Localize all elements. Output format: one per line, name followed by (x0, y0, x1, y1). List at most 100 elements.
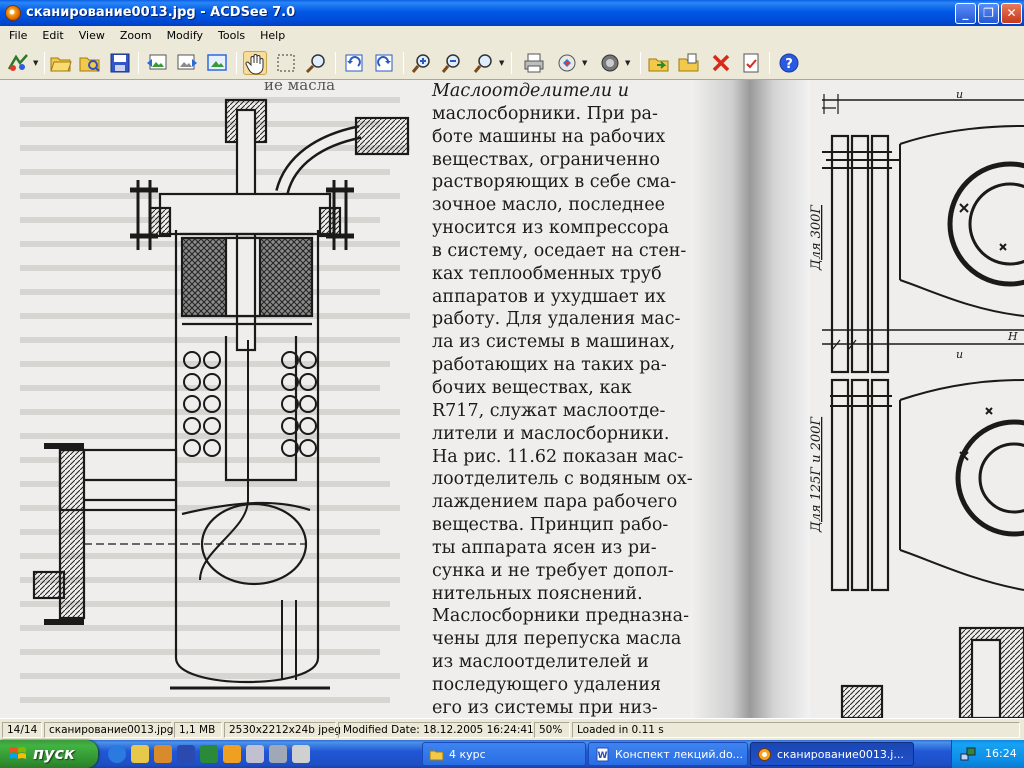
status-zoom[interactable]: 50% (534, 722, 570, 738)
acdsee-icon[interactable] (223, 745, 241, 763)
folder-icon (429, 750, 444, 761)
word-doc-icon: W (596, 747, 609, 762)
task-acdsee[interactable]: сканирование0013.j... (750, 742, 914, 766)
menu-file[interactable]: File (0, 26, 33, 42)
menu-modify[interactable]: Modify (158, 26, 209, 42)
close-button[interactable]: ✕ (1001, 3, 1022, 24)
color-icon[interactable] (598, 51, 622, 75)
menu-view[interactable]: View (70, 26, 111, 42)
move-to-icon[interactable] (647, 51, 671, 75)
text-line: лители и маслосборники. (432, 423, 670, 444)
select-tool-icon[interactable] (274, 51, 298, 75)
clock[interactable]: 16:24 (985, 747, 1017, 760)
image-viewer[interactable]: Для 300Г Для 125Г и 200Г u u H ие масла … (0, 80, 1024, 718)
rotate-left-icon[interactable] (342, 51, 366, 75)
text-line: ты аппарата ясен из ри- (432, 537, 657, 558)
text-line: в систему, оседает на стен- (432, 240, 687, 261)
acdsee-window: сканирование0013.jpg - ACDSee 7.0 _ ❐ ✕ … (0, 0, 1024, 740)
heading-fragment: ие масла (264, 80, 335, 94)
open-file-icon[interactable] (78, 51, 102, 75)
acquire-icon[interactable] (6, 51, 30, 75)
scanned-text-column: Маслоотделители и маслосборники. При ра-б… (432, 80, 693, 718)
zoom-out-icon[interactable] (440, 51, 464, 75)
media-icon[interactable] (154, 745, 172, 763)
text-line: боте машины на рабочих (432, 126, 666, 147)
status-bar: 14/14 сканирование0013.jpg 1,1 MB 2530x2… (0, 718, 1024, 740)
text-line: веществах, ограниченно (432, 149, 661, 170)
acdsee-app-icon[interactable] (5, 5, 21, 21)
text-line: его из системы при низ- (432, 697, 658, 718)
text-line: бочих веществах, как (432, 377, 632, 398)
properties-icon[interactable] (739, 51, 763, 75)
zoom-menu-icon[interactable] (472, 51, 496, 75)
text-line: работающих на таких ра- (432, 355, 667, 376)
text-line: аппаратов и ухудшает их (432, 286, 666, 307)
menu-help[interactable]: Help (251, 26, 291, 42)
status-loaded: Loaded in 0.11 s (572, 722, 1020, 738)
text-line: из маслоотделителей и (432, 652, 649, 673)
status-index: 14/14 (2, 722, 42, 738)
app-icon[interactable] (246, 745, 264, 763)
text-line: уносится из компрессора (432, 218, 669, 239)
minimize-button[interactable]: _ (955, 3, 976, 24)
zoom-tool-icon[interactable] (304, 51, 328, 75)
excel-icon[interactable] (200, 745, 218, 763)
ie-icon[interactable] (108, 745, 126, 763)
svg-text:W: W (598, 751, 608, 761)
task-word-document[interactable]: W Конспект лекций.do... (588, 742, 748, 766)
start-button[interactable]: пуск (0, 740, 98, 768)
network-tray-icon[interactable] (960, 746, 976, 762)
text-line: работу. Для удаления мас- (432, 309, 681, 330)
printer-icon[interactable] (292, 745, 310, 763)
text-line: Маслоотделители и (432, 81, 630, 101)
browse-folder-icon[interactable] (49, 51, 73, 75)
copy-to-icon[interactable] (677, 51, 701, 75)
window-title: сканирование0013.jpg - ACDSee 7.0 (26, 5, 296, 20)
system-tray: 16:24 (951, 740, 1024, 768)
menu-tools[interactable]: Tools (209, 26, 251, 42)
menu-bar: File Edit View Zoom Modify Tools Help (0, 26, 1024, 46)
delete-icon[interactable] (709, 51, 733, 75)
save-icon[interactable] (108, 51, 132, 75)
text-line: маслосборники. При ра- (432, 103, 658, 124)
dim-u-top: u (956, 88, 963, 101)
text-line: последующего удаления (432, 674, 662, 695)
print-icon[interactable] (522, 51, 546, 75)
dim-u-bottom: u (956, 348, 963, 361)
text-line: ках теплообменных труб (432, 263, 662, 284)
explorer-icon[interactable] (131, 745, 149, 763)
label-300g: Для 300Г (809, 205, 824, 271)
text-line: сунка и не требует допол- (432, 560, 674, 581)
text-line: нительных пояснений. (432, 583, 643, 604)
dim-h: H (1007, 330, 1018, 343)
send-icon[interactable] (555, 51, 579, 75)
menu-edit[interactable]: Edit (33, 26, 69, 42)
hand-tool-icon[interactable] (243, 51, 267, 75)
svg-text:?: ? (785, 57, 793, 72)
windows-logo-icon (10, 747, 26, 759)
acdsee-task-icon (758, 748, 771, 761)
text-line: R717, служат маслоотде- (432, 400, 666, 421)
task-folder[interactable]: 4 курс (422, 742, 586, 766)
title-bar[interactable]: сканирование0013.jpg - ACDSee 7.0 _ ❐ ✕ (0, 0, 1024, 26)
zoom-in-icon[interactable] (410, 51, 434, 75)
start-label: пуск (33, 744, 75, 763)
next-image-icon[interactable] (175, 51, 199, 75)
text-line: На рис. 11.62 показан мас- (432, 446, 684, 467)
status-filename: сканирование0013.jpg (44, 722, 173, 738)
help-icon[interactable]: ? (777, 51, 801, 75)
text-line: вещества. Принцип рабо- (432, 515, 669, 536)
text-line: Маслосборники предназна- (432, 606, 690, 627)
status-modified: Modified Date: 18.12.2005 16:24:41 (338, 722, 534, 738)
text-line: лаждением пара рабочего (432, 492, 678, 513)
status-filesize: 1,1 MB (174, 722, 222, 738)
previous-image-icon[interactable] (145, 51, 169, 75)
word-icon[interactable] (177, 745, 195, 763)
menu-zoom[interactable]: Zoom (111, 26, 158, 42)
maximize-button[interactable]: ❐ (978, 3, 999, 24)
rotate-right-icon[interactable] (372, 51, 396, 75)
network-icon[interactable] (269, 745, 287, 763)
fullscreen-icon[interactable] (205, 51, 229, 75)
label-125g-200g: Для 125Г и 200Г (809, 417, 824, 533)
status-dimensions: 2530x2212x24b jpeg (224, 722, 341, 738)
